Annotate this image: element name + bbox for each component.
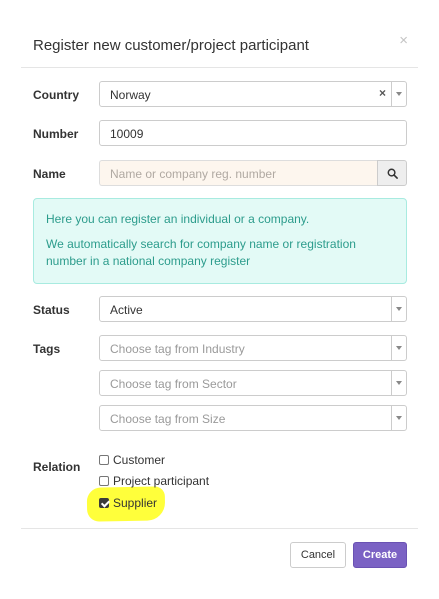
register-modal: Register new customer/project participan… bbox=[21, 22, 418, 599]
relation-label: Relation bbox=[33, 460, 81, 474]
tag-sector-placeholder: Choose tag from Sector bbox=[110, 377, 237, 391]
country-select[interactable]: Norway × bbox=[99, 81, 407, 107]
project-participant-checkbox[interactable] bbox=[99, 476, 109, 486]
info-line-2: We automatically search for company name… bbox=[46, 237, 356, 268]
supplier-label: Supplier bbox=[113, 496, 158, 510]
country-value: Norway bbox=[110, 88, 151, 102]
name-label: Name bbox=[33, 167, 66, 181]
tag-size-placeholder: Choose tag from Size bbox=[110, 412, 226, 426]
tag-industry-select[interactable]: Choose tag from Industry bbox=[99, 335, 407, 361]
chevron-down-icon[interactable] bbox=[391, 406, 406, 430]
number-value: 10009 bbox=[110, 127, 144, 141]
modal-header: Register new customer/project participan… bbox=[21, 22, 418, 68]
supplier-checkbox[interactable] bbox=[99, 498, 109, 508]
number-label: Number bbox=[33, 127, 79, 141]
project-participant-label: Project participant bbox=[113, 474, 210, 488]
number-input[interactable]: 10009 bbox=[99, 120, 407, 146]
tags-label: Tags bbox=[33, 342, 61, 356]
status-value: Active bbox=[110, 303, 143, 317]
modal-title: Register new customer/project participan… bbox=[33, 37, 309, 54]
status-label: Status bbox=[33, 303, 70, 317]
close-icon[interactable]: × bbox=[399, 33, 408, 48]
customer-label: Customer bbox=[113, 453, 166, 467]
relation-supplier[interactable]: Supplier bbox=[99, 496, 157, 510]
info-line-1: Here you can register an individual or a… bbox=[46, 212, 310, 226]
footer-divider bbox=[21, 528, 418, 529]
cancel-button[interactable]: Cancel bbox=[290, 542, 346, 568]
chevron-down-icon[interactable] bbox=[391, 297, 406, 321]
country-label: Country bbox=[33, 88, 79, 102]
chevron-down-icon[interactable] bbox=[391, 82, 406, 106]
customer-checkbox[interactable] bbox=[99, 455, 109, 465]
tag-size-select[interactable]: Choose tag from Size bbox=[99, 405, 407, 431]
relation-project-participant[interactable]: Project participant bbox=[99, 474, 209, 488]
search-icon bbox=[387, 168, 398, 179]
tag-industry-placeholder: Choose tag from Industry bbox=[110, 342, 245, 356]
relation-customer[interactable]: Customer bbox=[99, 453, 165, 467]
chevron-down-icon[interactable] bbox=[391, 371, 406, 395]
clear-icon[interactable]: × bbox=[379, 87, 386, 99]
info-box: Here you can register an individual or a… bbox=[33, 198, 407, 284]
status-select[interactable]: Active bbox=[99, 296, 407, 322]
name-input[interactable]: Name or company reg. number bbox=[99, 160, 378, 186]
create-button[interactable]: Create bbox=[353, 542, 407, 568]
chevron-down-icon[interactable] bbox=[391, 336, 406, 360]
search-button[interactable] bbox=[377, 160, 407, 186]
tag-sector-select[interactable]: Choose tag from Sector bbox=[99, 370, 407, 396]
